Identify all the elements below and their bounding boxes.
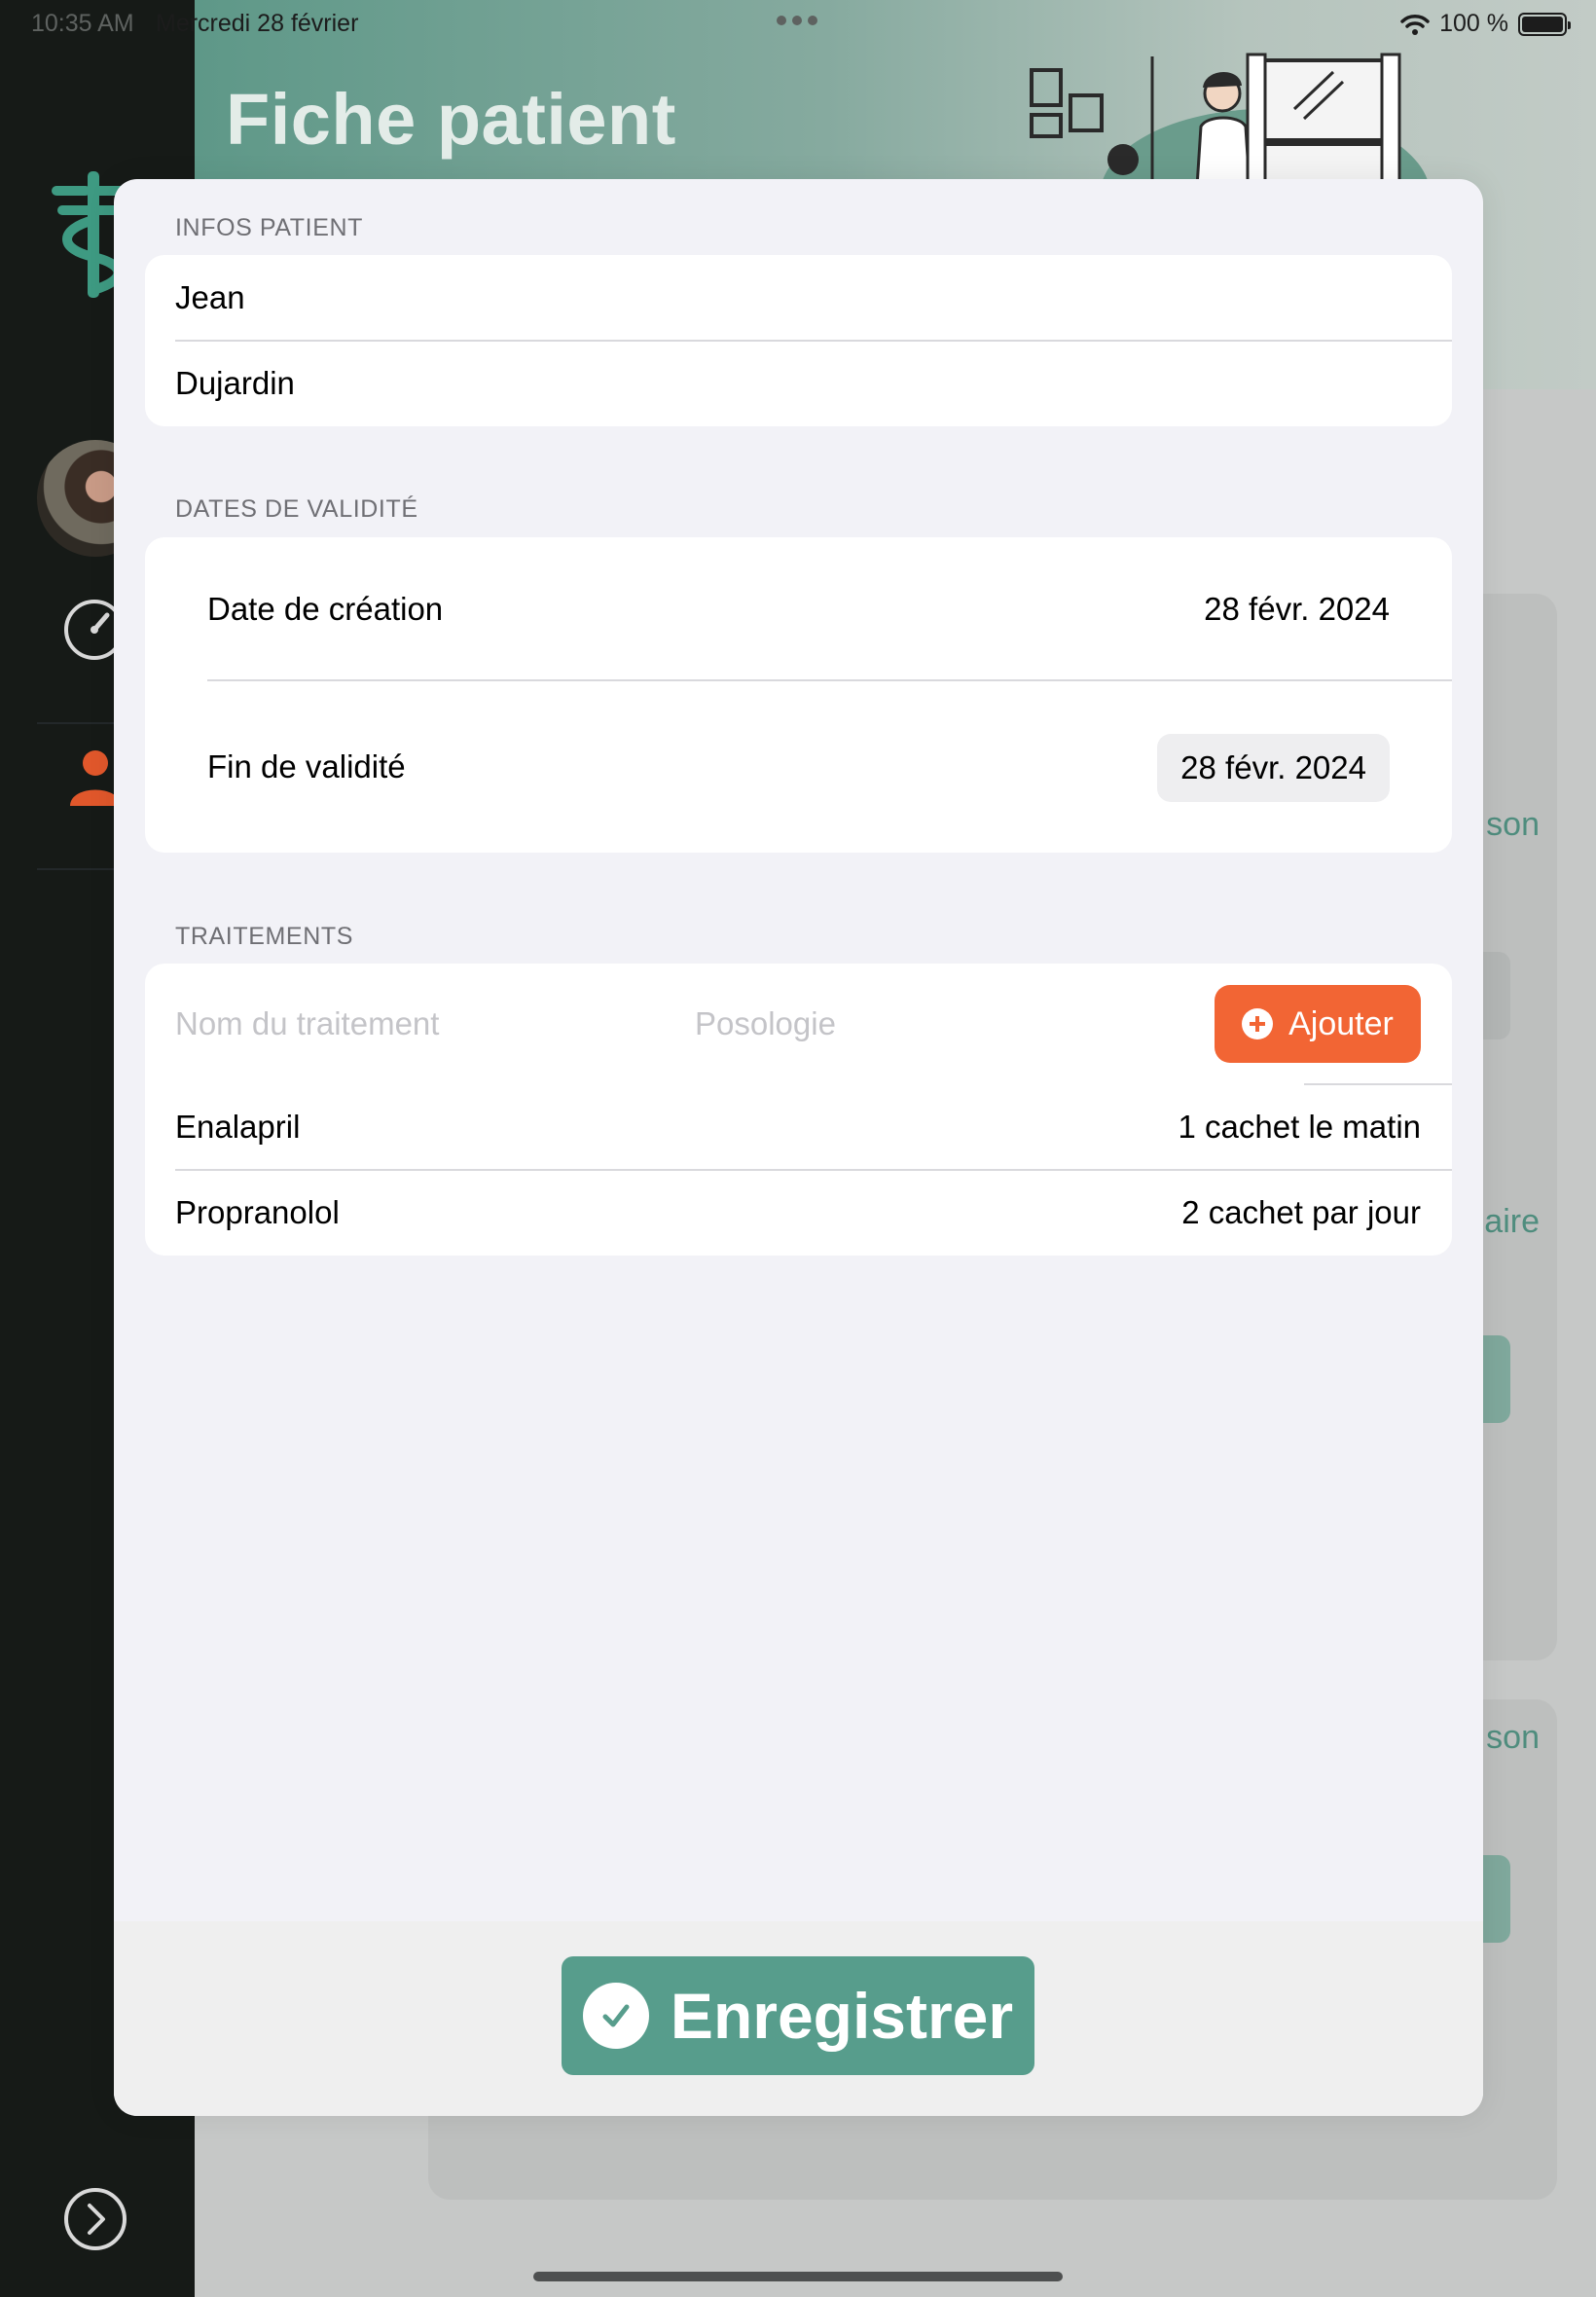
doctor-illustration-icon <box>1030 53 1430 187</box>
patient-info-group: Jean Dujardin <box>145 255 1452 426</box>
treatment-entry-row: Nom du traitement Posologie Ajouter <box>145 964 1452 1084</box>
checkmark-circle-icon <box>582 1983 649 2049</box>
treatment-name-input[interactable]: Nom du traitement <box>175 1005 439 1042</box>
treatments-group: Nom du traitement Posologie Ajouter Enal… <box>145 964 1452 1256</box>
last-name-field[interactable]: Dujardin <box>145 341 1452 426</box>
dosage-input[interactable]: Posologie <box>695 1005 836 1042</box>
plus-circle-icon <box>1242 1008 1274 1039</box>
save-button[interactable]: Enregistrer <box>562 1956 1034 2075</box>
status-indicators: 100 % <box>1400 10 1571 38</box>
validity-dates-group: Date de création 28 févr. 2024 Fin de va… <box>145 537 1452 853</box>
treatment-dosage: 1 cachet le matin <box>1178 1109 1421 1145</box>
creation-date-label: Date de création <box>207 591 444 627</box>
multitasking-dots-icon[interactable] <box>775 14 819 27</box>
add-treatment-label: Ajouter <box>1288 1004 1394 1042</box>
home-indicator[interactable] <box>533 2272 1063 2281</box>
background-card-label: son <box>1486 1719 1540 1756</box>
section-header-validity: DATES DE VALIDITÉ <box>175 495 418 523</box>
last-name-value: Dujardin <box>175 365 295 401</box>
first-name-field[interactable]: Jean <box>145 255 1452 341</box>
end-date-picker[interactable]: 28 févr. 2024 <box>1157 734 1390 802</box>
treatment-row[interactable]: Propranolol 2 cachet par jour <box>145 1170 1452 1256</box>
creation-date-row: Date de création 28 févr. 2024 <box>145 537 1452 681</box>
battery-icon <box>1518 12 1571 36</box>
treatment-dosage: 2 cachet par jour <box>1181 1194 1421 1230</box>
status-bar: 10:35 AM Mercredi 28 février 100 % <box>0 0 1596 49</box>
patient-form-sheet: INFOS PATIENT Jean Dujardin DATES DE VAL… <box>114 179 1483 2116</box>
chevron-right-circle-icon[interactable] <box>62 2186 128 2252</box>
section-header-patient: INFOS PATIENT <box>175 214 363 241</box>
add-treatment-button[interactable]: Ajouter <box>1215 985 1421 1063</box>
battery-percentage: 100 % <box>1439 10 1508 37</box>
status-date: Mercredi 28 février <box>156 10 359 37</box>
background-card-label: son <box>1486 806 1540 843</box>
page-title: Fiche patient <box>226 79 676 160</box>
wifi-icon <box>1400 14 1430 35</box>
treatment-name: Enalapril <box>175 1109 301 1145</box>
sheet-footer: Enregistrer <box>114 1921 1483 2116</box>
section-header-treatments: TRAITEMENTS <box>175 923 353 950</box>
background-card-label: aire <box>1484 1203 1540 1240</box>
first-name-value: Jean <box>175 279 245 315</box>
treatment-name: Propranolol <box>175 1194 340 1230</box>
end-date-label: Fin de validité <box>207 748 406 784</box>
creation-date-value: 28 févr. 2024 <box>1204 591 1390 627</box>
status-time: 10:35 AM <box>31 10 134 37</box>
treatment-row[interactable]: Enalapril 1 cachet le matin <box>145 1084 1452 1170</box>
save-label: Enregistrer <box>670 1980 1014 2052</box>
end-date-value: 28 févr. 2024 <box>1180 749 1366 785</box>
